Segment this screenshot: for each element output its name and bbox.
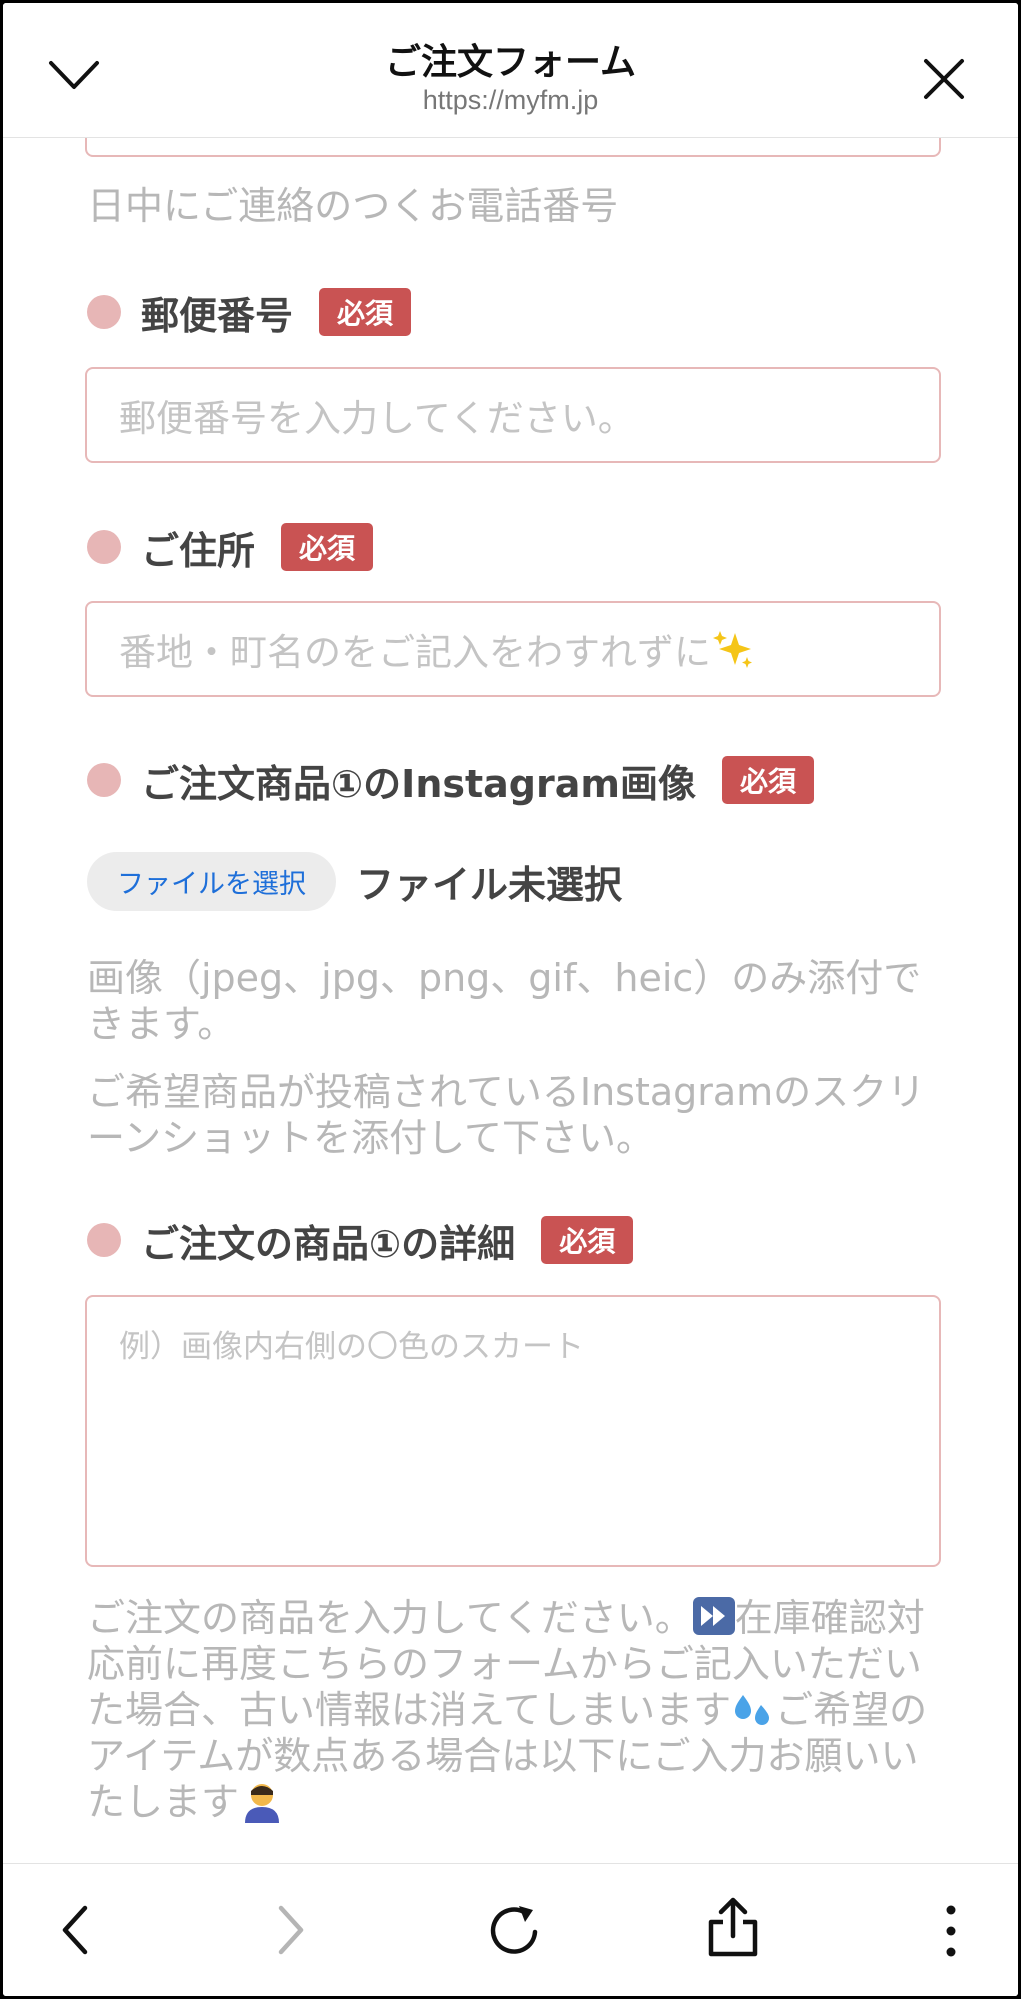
details-textarea[interactable]: 例）画像内右側の〇色のスカート	[85, 1295, 941, 1567]
choose-file-button[interactable]: ファイルを選択	[87, 852, 336, 911]
required-badge: 必須	[721, 756, 814, 804]
details-label: ご注文の商品①の詳細	[141, 1221, 516, 1266]
page-url: https://myfm.jp	[422, 85, 599, 115]
details-placeholder: 例）画像内右側の〇色のスカート	[119, 1329, 584, 1365]
address-label: ご住所	[141, 528, 256, 573]
browser-window: ご注文フォーム https://myfm.jp 日中にご連絡のつくお電話番号 郵…	[0, 0, 1021, 1999]
close-icon[interactable]	[922, 57, 966, 101]
bullet-dot	[87, 530, 121, 564]
address-input[interactable]: 番地・町名のをご記入をわすれずに	[85, 601, 941, 697]
bullet-dot	[87, 1223, 121, 1257]
bullet-dot	[87, 763, 121, 797]
postal-placeholder: 郵便番号を入力してください。	[119, 397, 635, 440]
postal-label-row: 郵便番号 必須	[87, 287, 412, 338]
page-title: ご注文フォーム	[385, 42, 636, 83]
address-label-row: ご住所 必須	[87, 522, 374, 573]
details-help-text: ご注文の商品を入力してください。 在庫確認対応前に再度こちらのフォームからご記入い…	[87, 1595, 947, 1825]
sparkles-icon	[713, 631, 752, 668]
browser-top-bar: ご注文フォーム https://myfm.jp	[3, 3, 1018, 138]
browser-bottom-bar	[3, 1863, 1018, 1996]
required-badge: 必須	[281, 523, 374, 571]
sweat-droplets-icon	[735, 1695, 770, 1725]
required-badge: 必須	[319, 288, 412, 336]
form-content[interactable]: 日中にご連絡のつくお電話番号 郵便番号 必須 郵便番号を入力してください。 ご住…	[3, 137, 1018, 1867]
details-help-part1: ご注文の商品を入力してください。	[87, 1596, 693, 1640]
required-badge: 必須	[541, 1216, 634, 1264]
image-help-screenshot: ご希望商品が投稿されているInstagramのスクリーンショットを添付して下さい…	[87, 1070, 926, 1160]
postal-label: 郵便番号	[141, 293, 294, 338]
image-label-row: ご注文商品①のInstagram画像 必須	[87, 755, 814, 806]
bowing-person-icon	[245, 1784, 280, 1823]
file-status-text: ファイル未選択	[356, 863, 623, 907]
fast-forward-icon	[692, 1597, 735, 1635]
bullet-dot	[87, 295, 121, 329]
postal-code-input[interactable]: 郵便番号を入力してください。	[85, 367, 941, 463]
back-arrow-icon[interactable]	[55, 1902, 95, 1958]
reload-icon[interactable]	[485, 1902, 543, 1960]
more-vertical-icon[interactable]	[941, 1902, 961, 1960]
details-label-row: ご注文の商品①の詳細 必須	[87, 1215, 634, 1266]
forward-arrow-icon[interactable]	[271, 1902, 311, 1958]
phone-input[interactable]	[85, 137, 941, 157]
share-icon[interactable]	[707, 1896, 759, 1958]
image-help-formats: 画像（jpeg、jpg、png、gif、heic）のみ添付できます。	[87, 956, 922, 1046]
file-picker: ファイルを選択 ファイル未選択	[87, 852, 622, 911]
address-placeholder: 番地・町名のをご記入をわすれずに	[119, 631, 711, 674]
image-label: ご注文商品①のInstagram画像	[141, 761, 696, 806]
phone-help-text: 日中にご連絡のつくお電話番号	[87, 184, 619, 228]
